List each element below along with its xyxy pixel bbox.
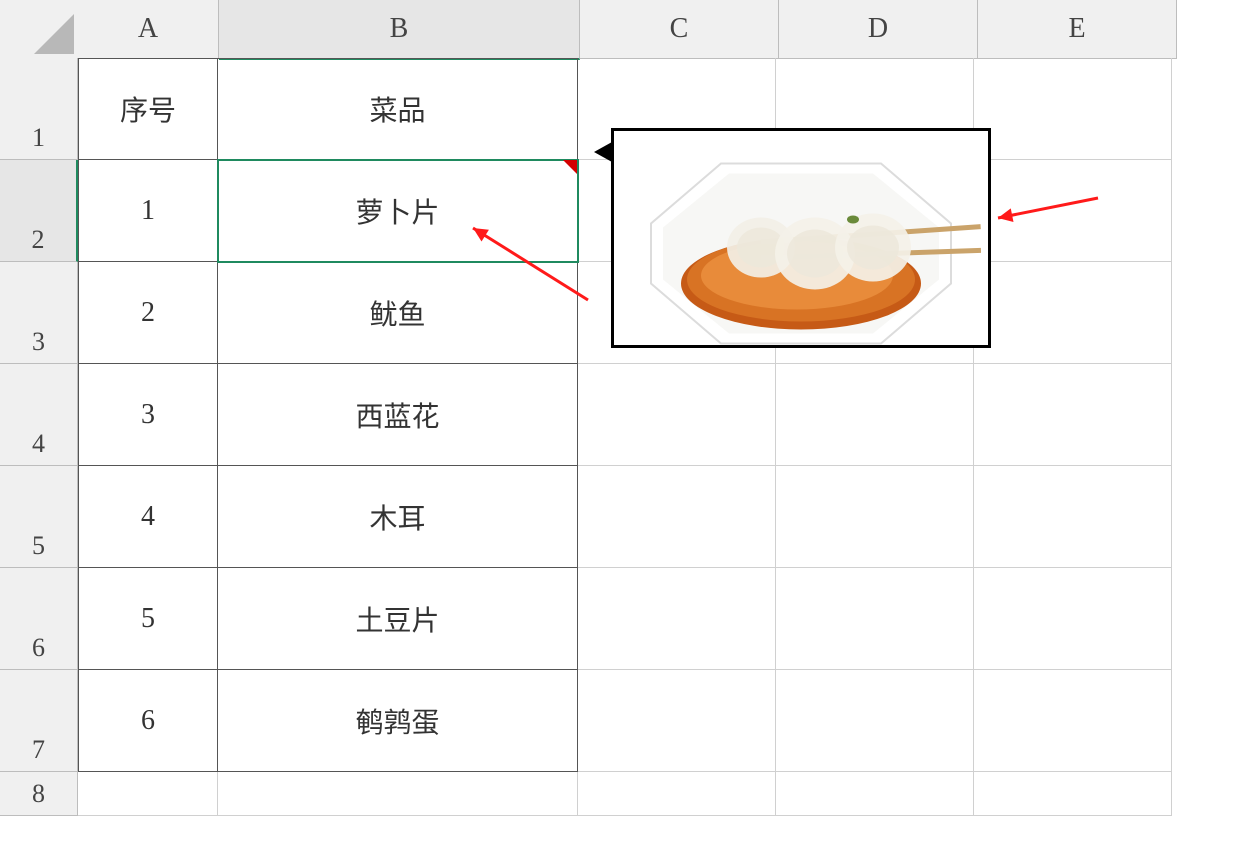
cell-A5[interactable]: 4 bbox=[78, 466, 218, 568]
cell-D7[interactable] bbox=[776, 670, 974, 772]
cell-C4[interactable] bbox=[578, 364, 776, 466]
comment-tail-icon bbox=[594, 142, 612, 162]
comment-popup[interactable] bbox=[611, 128, 991, 348]
row-header-8[interactable]: 8 bbox=[0, 772, 78, 816]
cell-A8[interactable] bbox=[78, 772, 218, 816]
cell-D5[interactable] bbox=[776, 466, 974, 568]
cell-C5[interactable] bbox=[578, 466, 776, 568]
cell-A2[interactable]: 1 bbox=[78, 160, 218, 262]
col-header-B[interactable]: B bbox=[219, 0, 580, 60]
cell-D6[interactable] bbox=[776, 568, 974, 670]
cell-C8[interactable] bbox=[578, 772, 776, 816]
select-all-corner[interactable] bbox=[0, 0, 79, 59]
cell-B4[interactable]: 西蓝花 bbox=[218, 364, 578, 466]
cell-C6[interactable] bbox=[578, 568, 776, 670]
arrow-to-cell bbox=[461, 216, 600, 317]
row-header-5[interactable]: 5 bbox=[0, 466, 78, 568]
cell-D4[interactable] bbox=[776, 364, 974, 466]
spreadsheet: ABCDE 12345678 序号菜品1萝卜片2鱿鱼3西蓝花4木耳5土豆片6鹌鹑… bbox=[0, 0, 1237, 856]
row-header-6[interactable]: 6 bbox=[0, 568, 78, 670]
comment-indicator-icon[interactable] bbox=[563, 160, 577, 174]
cell-E7[interactable] bbox=[974, 670, 1172, 772]
cell-E8[interactable] bbox=[974, 772, 1172, 816]
cell-B1[interactable]: 菜品 bbox=[218, 58, 578, 160]
cell-C7[interactable] bbox=[578, 670, 776, 772]
col-header-A[interactable]: A bbox=[78, 0, 219, 59]
cell-E4[interactable] bbox=[974, 364, 1172, 466]
cell-D8[interactable] bbox=[776, 772, 974, 816]
row-header-7[interactable]: 7 bbox=[0, 670, 78, 772]
row-header-2[interactable]: 2 bbox=[0, 160, 78, 262]
cell-E3[interactable] bbox=[974, 262, 1172, 364]
food-image bbox=[621, 144, 981, 354]
cell-E1[interactable] bbox=[974, 58, 1172, 160]
cell-A1[interactable]: 序号 bbox=[78, 58, 218, 160]
cell-B7[interactable]: 鹌鹑蛋 bbox=[218, 670, 578, 772]
row-header-4[interactable]: 4 bbox=[0, 364, 78, 466]
cell-A4[interactable]: 3 bbox=[78, 364, 218, 466]
row-header-1[interactable]: 1 bbox=[0, 58, 78, 160]
col-header-E[interactable]: E bbox=[978, 0, 1177, 59]
cell-B5[interactable]: 木耳 bbox=[218, 466, 578, 568]
cell-E6[interactable] bbox=[974, 568, 1172, 670]
cell-B8[interactable] bbox=[218, 772, 578, 816]
col-header-C[interactable]: C bbox=[580, 0, 779, 59]
cell-A7[interactable]: 6 bbox=[78, 670, 218, 772]
cell-E5[interactable] bbox=[974, 466, 1172, 568]
column-headers: ABCDE bbox=[78, 0, 1237, 58]
cell-A3[interactable]: 2 bbox=[78, 262, 218, 364]
arrow-to-popup bbox=[986, 186, 1110, 235]
col-header-D[interactable]: D bbox=[779, 0, 978, 59]
cell-A6[interactable]: 5 bbox=[78, 568, 218, 670]
row-header-3[interactable]: 3 bbox=[0, 262, 78, 364]
row-headers: 12345678 bbox=[0, 58, 78, 816]
cell-B6[interactable]: 土豆片 bbox=[218, 568, 578, 670]
